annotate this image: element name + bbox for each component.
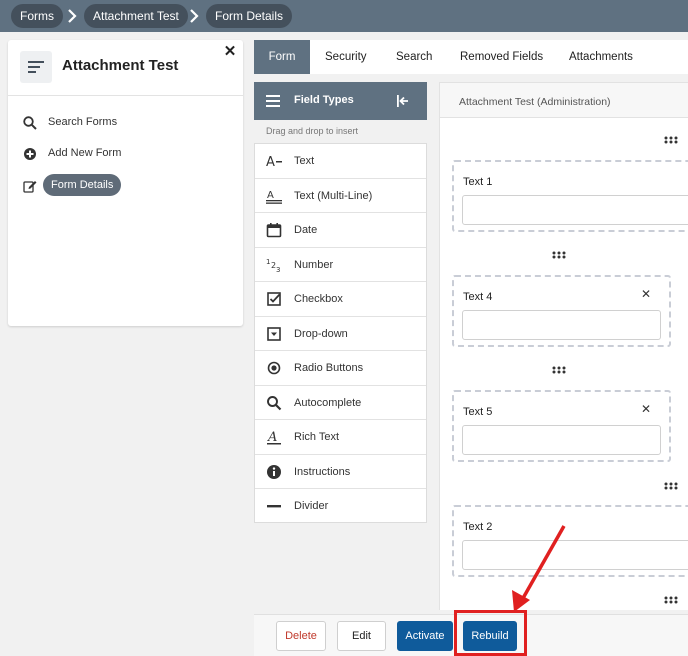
svg-text:A: A <box>267 430 277 445</box>
canvas-header: Attachment Test (Administration) <box>439 82 688 118</box>
plus-circle-icon <box>24 148 36 160</box>
sidebar-title: Attachment Test <box>62 57 179 74</box>
tab-security[interactable]: Security <box>325 40 367 74</box>
canvas-title: Attachment Test (Administration) <box>459 96 611 108</box>
menu-icon <box>266 95 280 107</box>
breadcrumb-item-forms[interactable]: Forms <box>11 4 63 28</box>
drag-handle-icon[interactable] <box>552 366 566 374</box>
tab-search[interactable]: Search <box>396 40 432 74</box>
field-type-number[interactable]: 123 Number <box>255 248 426 282</box>
sidebar-item-add-new-form[interactable]: Add New Form <box>8 142 243 166</box>
tab-attachments[interactable]: Attachments <box>569 40 633 74</box>
field-type-label: Number <box>294 258 334 271</box>
breadcrumb-item-attachment-test[interactable]: Attachment Test <box>84 4 188 28</box>
field-type-dropdown[interactable]: Drop-down <box>255 317 426 351</box>
form-list-icon <box>20 51 52 83</box>
field-type-label: Checkbox <box>294 293 343 305</box>
field-type-divider[interactable]: Divider <box>255 489 426 524</box>
edit-button[interactable]: Edit <box>337 621 386 651</box>
form-field-text-5[interactable]: Text 5 ✕ <box>452 390 671 462</box>
sidebar-item-form-details[interactable]: Form Details <box>8 174 243 198</box>
field-type-multiline-text[interactable]: A Text (Multi-Line) <box>255 179 426 213</box>
field-type-label: Autocomplete <box>294 396 362 409</box>
annotation-highlight-box <box>454 610 527 656</box>
form-tabs: Form Security Search Removed Fields Atta… <box>254 40 688 74</box>
field-types-header: Field Types <box>254 82 427 120</box>
field-type-label: Rich Text <box>294 431 340 443</box>
close-icon[interactable]: ✕ <box>639 402 653 416</box>
field-label: Text 4 <box>463 291 493 303</box>
drag-handle-icon[interactable] <box>552 251 566 259</box>
close-icon[interactable]: ✕ <box>639 287 653 301</box>
delete-button[interactable]: Delete <box>276 621 326 651</box>
annotation-arrow-icon <box>512 525 566 612</box>
text-icon: A <box>266 155 282 169</box>
sidebar-header: Attachment Test ✕ <box>8 40 243 96</box>
field-type-label: Divider <box>294 500 329 512</box>
info-icon <box>267 464 281 479</box>
field-type-instructions[interactable]: Instructions <box>255 455 426 489</box>
radio-icon <box>267 361 281 375</box>
edit-icon <box>23 181 37 193</box>
field-type-label: Date <box>294 224 318 236</box>
search-icon <box>23 116 37 130</box>
sidebar-item-search-forms[interactable]: Search Forms <box>8 111 243 135</box>
drag-handle-icon[interactable] <box>664 596 678 604</box>
field-type-label: Radio Buttons <box>294 362 364 374</box>
field-type-date[interactable]: Date <box>255 213 426 248</box>
number-icon: 123 <box>266 258 280 273</box>
field-label: Text 5 <box>463 406 493 418</box>
svg-text:1: 1 <box>266 258 270 266</box>
multiline-text-icon: A <box>266 190 282 204</box>
field-input-preview <box>462 425 661 455</box>
svg-text:3: 3 <box>276 266 280 273</box>
field-type-label: Text (Multi-Line) <box>294 189 373 202</box>
tab-form[interactable]: Form <box>254 40 310 74</box>
rich-text-icon: A <box>267 430 281 445</box>
form-field-text-4[interactable]: Text 4 ✕ <box>452 275 671 347</box>
svg-text:A: A <box>267 190 274 201</box>
chevron-right-icon <box>190 9 199 23</box>
collapse-icon[interactable] <box>396 94 410 108</box>
divider-icon <box>267 505 281 508</box>
field-type-label: Text <box>294 155 315 167</box>
field-type-autocomplete[interactable]: Autocomplete <box>255 386 426 420</box>
sidebar-item-label: Form Details <box>43 174 122 196</box>
field-types-hint: Drag and drop to insert <box>266 126 359 136</box>
field-type-checkbox[interactable]: Checkbox <box>255 282 426 317</box>
form-field-text-1[interactable]: Text 1 <box>452 160 688 232</box>
field-type-radio-buttons[interactable]: Radio Buttons <box>255 351 426 386</box>
dropdown-icon <box>267 326 281 341</box>
field-type-label: Drop-down <box>294 327 348 340</box>
breadcrumb: Forms Attachment Test Form Details <box>0 0 688 32</box>
field-input-preview <box>462 195 688 225</box>
search-icon <box>267 395 282 410</box>
checkbox-icon <box>267 292 281 306</box>
sidebar-panel: Attachment Test ✕ Search Forms Add New F… <box>8 40 243 326</box>
chevron-right-icon <box>68 9 77 23</box>
sidebar-item-label: Add New Form <box>48 147 122 159</box>
drag-handle-icon[interactable] <box>664 482 678 490</box>
tab-removed-fields[interactable]: Removed Fields <box>460 40 543 74</box>
svg-text:A: A <box>266 155 275 169</box>
field-types-title: Field Types <box>294 94 354 106</box>
field-label: Text 1 <box>463 176 493 188</box>
activate-button[interactable]: Activate <box>397 621 453 651</box>
field-input-preview <box>462 310 661 340</box>
drag-handle-icon[interactable] <box>664 136 678 144</box>
field-type-rich-text[interactable]: A Rich Text <box>255 420 426 455</box>
sidebar-item-label: Search Forms <box>48 116 118 128</box>
field-label: Text 2 <box>463 521 493 533</box>
breadcrumb-item-form-details[interactable]: Form Details <box>206 4 293 28</box>
field-type-text[interactable]: A Text <box>255 144 426 179</box>
close-icon[interactable]: ✕ <box>220 42 240 62</box>
field-type-label: Instructions <box>294 465 351 478</box>
field-types-list: A Text A Text (Multi-Line) Date 123 Numb… <box>254 143 427 523</box>
calendar-icon <box>266 223 282 238</box>
